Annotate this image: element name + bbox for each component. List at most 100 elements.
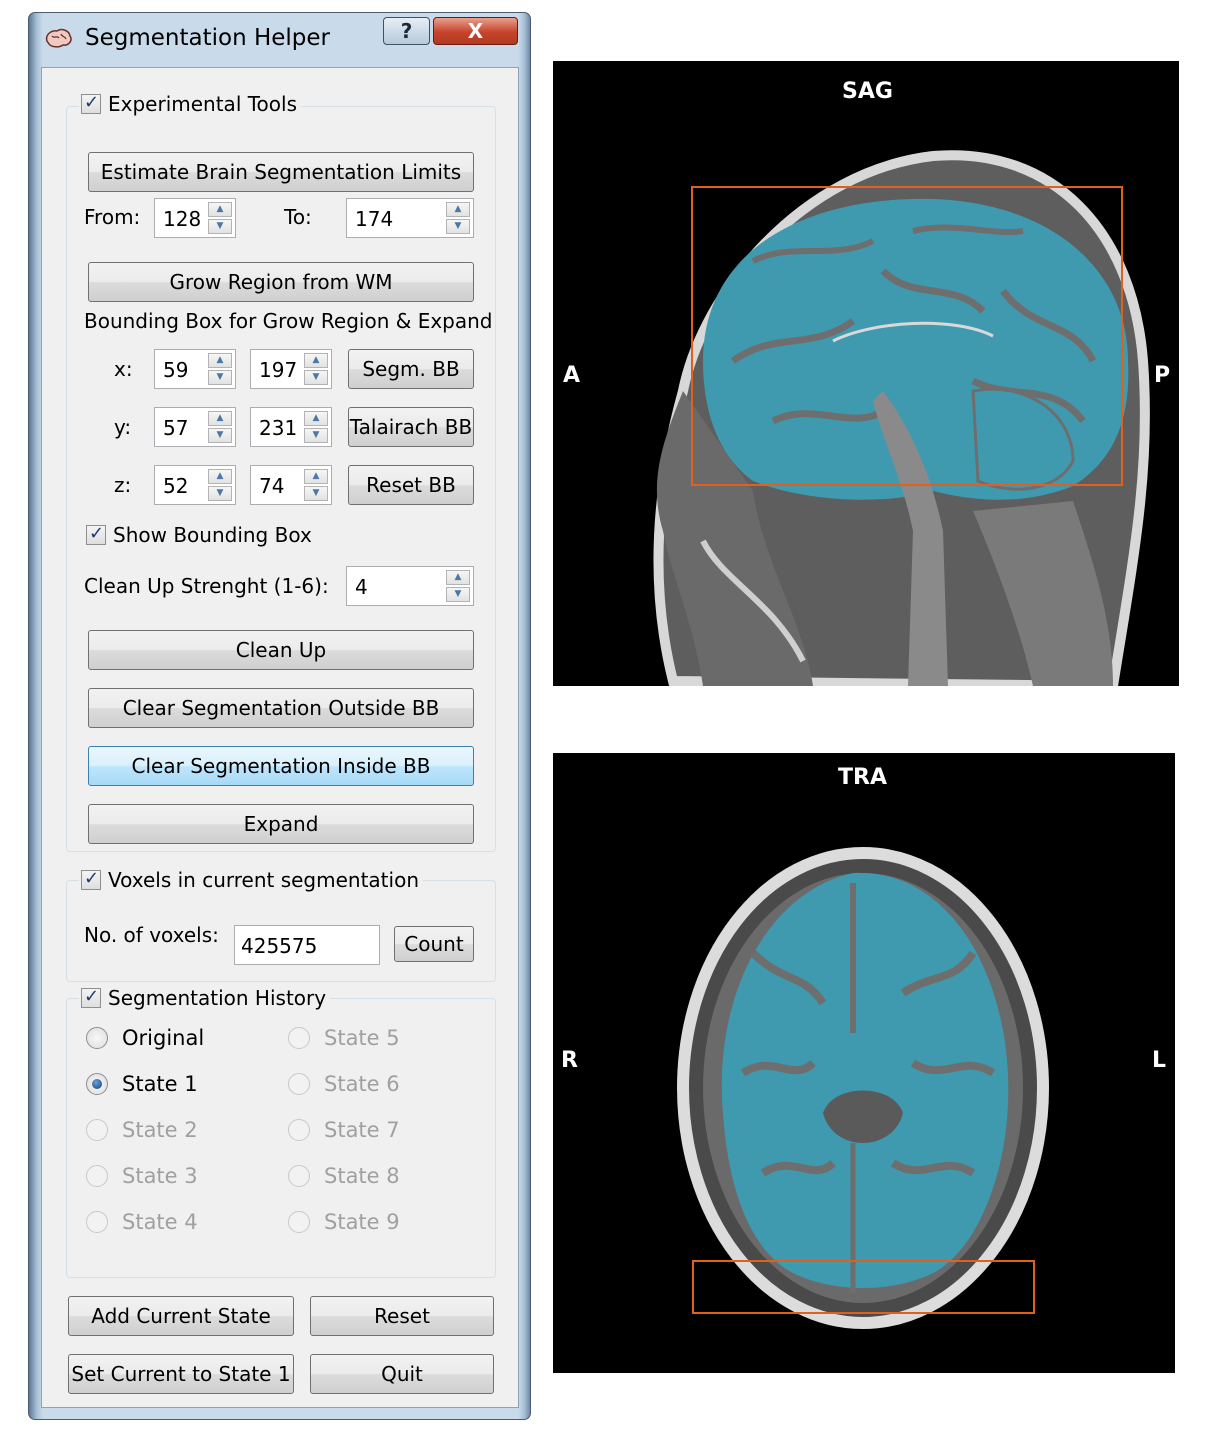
grow-region-button[interactable]: Grow Region from WM [88, 262, 474, 302]
spin-down-icon[interactable]: ▼ [446, 219, 470, 234]
radio-original[interactable]: Original [86, 1026, 204, 1050]
x-min-spin-arrows[interactable]: ▲ ▼ [208, 353, 232, 385]
x-label: x: [114, 357, 133, 381]
radio-label: State 7 [324, 1118, 400, 1142]
quit-button[interactable]: Quit [310, 1354, 494, 1394]
radio-label: State 2 [122, 1118, 198, 1142]
transverse-view[interactable]: TRA R L [553, 753, 1175, 1373]
x-min-spinbox[interactable]: 59 ▲ ▼ [154, 349, 236, 389]
talairach-bb-button[interactable]: Talairach BB [348, 407, 474, 447]
spin-down-icon[interactable]: ▼ [208, 219, 232, 234]
cleanup-strength-label: Clean Up Strenght (1-6): [84, 574, 329, 598]
experimental-tools-label: Experimental Tools [108, 92, 297, 116]
x-min-value: 59 [163, 358, 189, 382]
clear-inside-bb-button[interactable]: Clear Segmentation Inside BB [88, 746, 474, 786]
radio-state-9: State 9 [288, 1210, 400, 1234]
voxel-count-field[interactable]: 425575 [234, 925, 380, 965]
cleanup-spin-arrows[interactable]: ▲ ▼ [446, 570, 470, 602]
radio-label: State 1 [122, 1072, 198, 1096]
to-spin-arrows[interactable]: ▲ ▼ [446, 202, 470, 234]
radio-button-icon[interactable] [86, 1027, 108, 1049]
history-toggle[interactable]: Segmentation History [79, 985, 331, 1011]
cleanup-strength-spinbox[interactable]: 4 ▲ ▼ [346, 566, 474, 606]
y-max-value: 231 [259, 416, 298, 440]
z-min-spin-arrows[interactable]: ▲ ▼ [208, 469, 232, 501]
to-spinbox[interactable]: 174 ▲ ▼ [346, 198, 474, 238]
show-bbox-checkbox[interactable] [86, 523, 106, 545]
radio-label: State 9 [324, 1210, 400, 1234]
spin-up-icon[interactable]: ▲ [304, 411, 328, 426]
reset-bb-button[interactable]: Reset BB [348, 465, 474, 505]
y-min-spin-arrows[interactable]: ▲ ▼ [208, 411, 232, 443]
spin-down-icon[interactable]: ▼ [208, 428, 232, 443]
spin-down-icon[interactable]: ▼ [208, 486, 232, 501]
radio-button-icon [86, 1119, 108, 1141]
x-max-spin-arrows[interactable]: ▲ ▼ [304, 353, 328, 385]
reset-button[interactable]: Reset [310, 1296, 494, 1336]
z-max-spin-arrows[interactable]: ▲ ▼ [304, 469, 328, 501]
spin-down-icon[interactable]: ▼ [304, 428, 328, 443]
spin-down-icon[interactable]: ▼ [304, 370, 328, 385]
dialog-client-area: Experimental Tools Estimate Brain Segmen… [41, 67, 519, 1408]
spin-up-icon[interactable]: ▲ [208, 202, 232, 217]
spin-up-icon[interactable]: ▲ [208, 469, 232, 484]
segmentation-helper-window: Segmentation Helper ? X Experimental Too… [28, 12, 531, 1420]
expand-button[interactable]: Expand [88, 804, 474, 844]
spin-down-icon[interactable]: ▼ [304, 486, 328, 501]
count-button[interactable]: Count [394, 926, 474, 962]
clean-up-button[interactable]: Clean Up [88, 630, 474, 670]
history-checkbox[interactable] [81, 986, 101, 1008]
x-max-value: 197 [259, 358, 298, 382]
spin-up-icon[interactable]: ▲ [208, 353, 232, 368]
radio-state-1[interactable]: State 1 [86, 1072, 198, 1096]
radio-button-icon[interactable] [86, 1073, 108, 1095]
spin-up-icon[interactable]: ▲ [304, 353, 328, 368]
radio-state-5: State 5 [288, 1026, 400, 1050]
to-label: To: [284, 205, 312, 229]
spin-up-icon[interactable]: ▲ [446, 570, 470, 585]
anterior-label: A [563, 363, 581, 388]
from-spinbox[interactable]: 128 ▲ ▼ [154, 198, 236, 238]
voxels-checkbox[interactable] [81, 868, 101, 890]
show-bbox-label: Show Bounding Box [113, 523, 312, 547]
experimental-tools-toggle[interactable]: Experimental Tools [79, 91, 301, 117]
y-min-spinbox[interactable]: 57 ▲ ▼ [154, 407, 236, 447]
add-current-state-button[interactable]: Add Current State [68, 1296, 294, 1336]
close-button[interactable]: X [433, 17, 518, 45]
radio-state-3: State 3 [86, 1164, 198, 1188]
voxels-toggle[interactable]: Voxels in current segmentation [79, 867, 423, 893]
sagittal-title: SAG [842, 79, 893, 104]
radio-label: State 5 [324, 1026, 400, 1050]
sagittal-view[interactable]: SAG A P [553, 61, 1179, 686]
help-button[interactable]: ? [383, 17, 430, 45]
z-max-spinbox[interactable]: 74 ▲ ▼ [250, 465, 332, 505]
z-min-spinbox[interactable]: 52 ▲ ▼ [154, 465, 236, 505]
radio-state-7: State 7 [288, 1118, 400, 1142]
from-value: 128 [163, 207, 202, 231]
spin-down-icon[interactable]: ▼ [446, 587, 470, 602]
radio-button-icon [288, 1027, 310, 1049]
radio-state-6: State 6 [288, 1072, 400, 1096]
spin-up-icon[interactable]: ▲ [446, 202, 470, 217]
set-current-state-button[interactable]: Set Current to State 1 [68, 1354, 294, 1394]
to-value: 174 [355, 207, 394, 231]
voxels-group-label: Voxels in current segmentation [108, 868, 419, 892]
radio-label: State 6 [324, 1072, 400, 1096]
clear-outside-bb-button[interactable]: Clear Segmentation Outside BB [88, 688, 474, 728]
y-max-spinbox[interactable]: 231 ▲ ▼ [250, 407, 332, 447]
radio-label: State 8 [324, 1164, 400, 1188]
radio-button-icon [86, 1165, 108, 1187]
x-max-spinbox[interactable]: 197 ▲ ▼ [250, 349, 332, 389]
title-bar[interactable]: Segmentation Helper ? X [29, 13, 530, 65]
estimate-limits-button[interactable]: Estimate Brain Segmentation Limits [88, 152, 474, 192]
voxel-count-label: No. of voxels: [84, 923, 219, 947]
experimental-tools-checkbox[interactable] [81, 92, 101, 114]
show-bbox-toggle[interactable]: Show Bounding Box [84, 522, 316, 548]
spin-up-icon[interactable]: ▲ [208, 411, 232, 426]
from-spin-arrows[interactable]: ▲ ▼ [208, 202, 232, 234]
transverse-title: TRA [838, 765, 887, 790]
spin-up-icon[interactable]: ▲ [304, 469, 328, 484]
y-max-spin-arrows[interactable]: ▲ ▼ [304, 411, 328, 443]
spin-down-icon[interactable]: ▼ [208, 370, 232, 385]
segm-bb-button[interactable]: Segm. BB [348, 349, 474, 389]
